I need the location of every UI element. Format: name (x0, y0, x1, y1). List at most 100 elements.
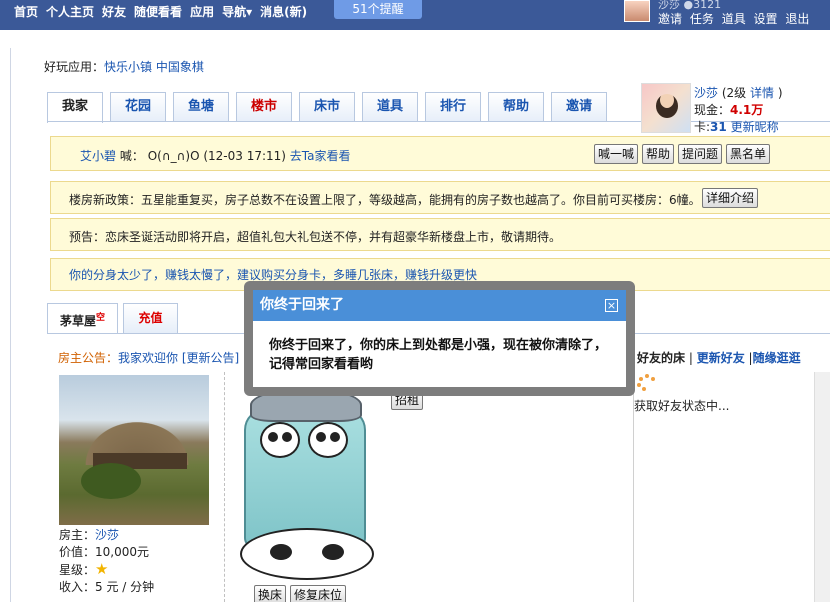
help-button[interactable]: 帮助 (642, 144, 675, 164)
profile-card: 沙莎 (2级 详情 ) 现金：4.1万 卡:31 更新昵称 (641, 83, 830, 135)
left-border (10, 48, 11, 602)
link-invite[interactable]: 邀请 (658, 12, 682, 26)
card-label: 卡: (694, 120, 711, 134)
owner-notice: 房主公告：我家欢迎你 [更新公告] (58, 349, 239, 366)
app-chinese-chess[interactable]: 中国象棋 (156, 60, 204, 74)
rename-link[interactable]: 更新昵称 (731, 120, 779, 134)
profile-avatar[interactable] (641, 83, 691, 133)
link-settings[interactable]: 设置 (754, 12, 778, 26)
update-notice-link[interactable]: [更新公告] (182, 351, 239, 365)
top-avatar[interactable] (624, 0, 650, 22)
tab-items[interactable]: 道具 (362, 92, 418, 122)
preview-text: 预告：恋床圣诞活动即将开启，超值礼包大礼包送不停，并有超豪华新楼盘上市，敬请期待… (69, 230, 562, 244)
policy-text: 楼房新政策：五星能重复买，房子总数不在设置上限了，等级越高，能拥有的房子数也越高… (69, 193, 701, 207)
nav-profile[interactable]: 个人主页 (46, 3, 94, 20)
bed-buttons: 换床 修复床位 (254, 585, 350, 602)
house-info: 房主：沙莎 价值：10,000元 星级：★ 收入：5 元 / 分钟 (59, 527, 154, 596)
panda-pillow-left (260, 422, 300, 458)
app-happy-town[interactable]: 快乐小镇 (104, 60, 152, 74)
top-navigation-bar: 首页 个人主页 好友 随便看看 应用 导航▾ 消息(新) 51个提醒 沙莎 ●3… (0, 0, 830, 30)
reminder-badge[interactable]: 51个提醒 (334, 0, 422, 19)
notice-text: 我家欢迎你 (118, 351, 179, 365)
tab-my-home[interactable]: 我家 (47, 92, 103, 123)
friends-title: 好友的床 (637, 351, 686, 365)
cash-value: 4.1万 (730, 103, 764, 117)
shout-user[interactable]: 艾小碧 (80, 149, 116, 163)
nav-friends[interactable]: 好友 (102, 3, 126, 20)
welcome-back-dialog: 你终于回来了 × 你终于回来了，你的床上到处都是小强，现在被你清除了，记得常回家… (244, 281, 635, 396)
friends-sep-2: | (744, 351, 753, 365)
tab-property-market[interactable]: 楼市 (236, 92, 292, 122)
hut-empty-mark: 空 (96, 313, 106, 323)
owner-label: 房主： (59, 528, 96, 542)
friends-scrollbar[interactable] (814, 372, 830, 602)
dialog-title: 你终于回来了 (253, 290, 626, 321)
shout-buttons: 喊一喊 帮助 提问题 黑名单 (594, 144, 774, 164)
shout-text: O(∩_∩)O (12-03 17:11) (147, 149, 286, 163)
ask-question-button[interactable]: 提问题 (678, 144, 723, 164)
card-value: 31 (710, 120, 727, 134)
shout-bar: 艾小碧 喊： O(∩_∩)O (12-03 17:11) 去Ta家看看 喊一喊 … (50, 136, 830, 171)
tab-ranking[interactable]: 排行 (425, 92, 481, 122)
friends-loading-text: 获取好友状态中... (634, 399, 730, 413)
house-image (59, 375, 209, 525)
apps-line: 好玩应用：快乐小镇 中国象棋 (44, 58, 204, 75)
profile-cash-line: 现金：4.1万 (694, 101, 763, 118)
top-nav-links: 首页 个人主页 好友 随便看看 应用 导航▾ 消息(新) (14, 3, 315, 20)
house-tabs: 茅草屋空 充值 (47, 303, 183, 334)
profile-name-line: 沙莎 (2级 详情 ) (694, 84, 783, 101)
tab-thatched-hut[interactable]: 茅草屋空 (47, 303, 119, 334)
change-bed-button[interactable]: 换床 (254, 585, 287, 602)
policy-bar: 楼房新政策：五星能重复买，房子总数不在设置上限了，等级越高，能拥有的房子数也越高… (50, 181, 830, 214)
dialog-message: 你终于回来了，你的床上到处都是小强，现在被你清除了，记得常回家看看哟 (269, 338, 608, 372)
hut-label: 茅草屋 (60, 314, 97, 328)
owner-line: 房主：沙莎 (59, 527, 154, 544)
loading-spinner-icon (637, 374, 657, 391)
panda-footboard (240, 528, 374, 580)
profile-detail-link[interactable]: 详情 (750, 86, 774, 100)
tree (81, 463, 141, 499)
nav-home[interactable]: 首页 (14, 3, 38, 20)
apps-label: 好玩应用： (44, 60, 105, 74)
value-line: 价值：10,000元 (59, 545, 149, 559)
star-icon: ★ (95, 560, 109, 578)
tab-help[interactable]: 帮助 (488, 92, 544, 122)
tab-recharge[interactable]: 充值 (123, 303, 179, 333)
nav-apps[interactable]: 应用 (190, 3, 214, 20)
owner-name[interactable]: 沙莎 (95, 528, 119, 542)
panda-bed[interactable] (238, 388, 376, 580)
link-items[interactable]: 道具 (722, 12, 746, 26)
column-divider (224, 372, 225, 602)
nav-messages[interactable]: 消息(新) (260, 3, 307, 20)
cash-label: 现金： (694, 103, 731, 117)
profile-level-close: ) (777, 86, 783, 100)
notice-label: 房主公告： (58, 351, 119, 365)
star-label: 星级： (59, 563, 96, 577)
shout-message: 艾小碧 喊： O(∩_∩)O (12-03 17:11) 去Ta家看看 (80, 147, 350, 164)
details-button[interactable]: 详细介绍 (702, 188, 759, 208)
blacklist-button[interactable]: 黑名单 (726, 144, 771, 164)
panda-pillow-right (308, 422, 348, 458)
dialog-body: 你终于回来了 × 你终于回来了，你的床上到处都是小强，现在被你清除了，记得常回家… (253, 290, 626, 387)
repair-bed-button[interactable]: 修复床位 (290, 585, 347, 602)
tab-bed-market[interactable]: 床市 (299, 92, 355, 122)
link-tasks[interactable]: 任务 (690, 12, 714, 26)
tab-garden[interactable]: 花园 (110, 92, 166, 122)
tab-fish-pond[interactable]: 鱼塘 (173, 92, 229, 122)
profile-name[interactable]: 沙莎 (694, 86, 718, 100)
income-line: 收入：5 元 / 分钟 (59, 580, 155, 594)
tab-invite[interactable]: 邀请 (551, 92, 607, 122)
update-friends-link[interactable]: 更新好友 (697, 351, 745, 365)
visit-home-link[interactable]: 去Ta家看看 (290, 149, 351, 163)
main-tabs: 我家 花园 鱼塘 楼市 床市 道具 排行 帮助 邀请 (47, 92, 614, 123)
nav-navigation-menu[interactable]: 导航▾ (222, 3, 252, 20)
profile-level: (2级 (721, 86, 747, 100)
profile-card-line: 卡:31 更新昵称 (694, 118, 779, 135)
nav-browse[interactable]: 随便看看 (134, 3, 182, 20)
link-logout[interactable]: 退出 (785, 12, 809, 26)
top-user-links: 邀请 任务 道具 设置 退出 (658, 10, 813, 27)
shout-button[interactable]: 喊一喊 (594, 144, 639, 164)
random-visit-link[interactable]: 随缘逛逛 (753, 351, 801, 365)
bed-body (244, 408, 366, 548)
close-icon[interactable]: × (605, 299, 618, 312)
